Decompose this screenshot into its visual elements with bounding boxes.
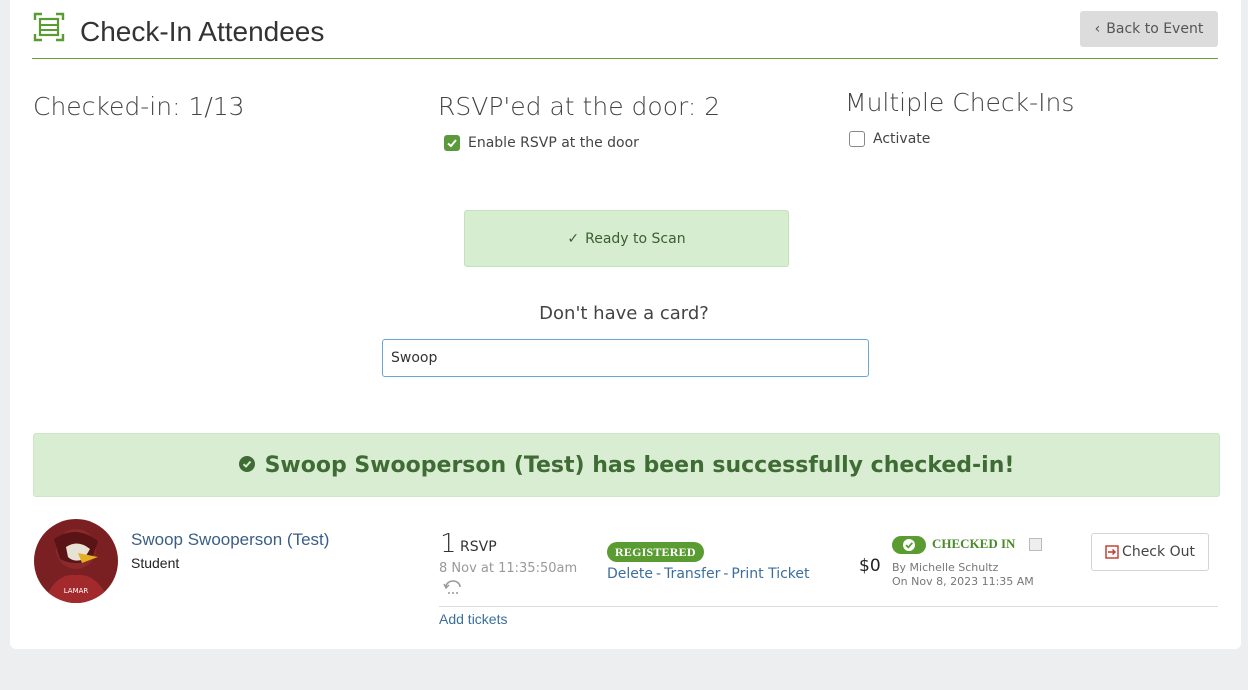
sign-out-icon (1105, 545, 1119, 559)
checked-in-toggle[interactable] (892, 536, 926, 554)
scan-frame-icon (32, 10, 66, 44)
delete-link[interactable]: Delete (607, 566, 653, 582)
row-divider (439, 606, 1218, 607)
ticket-quantity: 1 (440, 529, 457, 559)
check-icon: ✓ (567, 230, 580, 247)
check-out-button[interactable]: Check Out (1091, 533, 1209, 571)
ticket-price: $0 (859, 556, 881, 576)
undo-icon[interactable] (442, 578, 464, 596)
back-to-event-label: Back to Event (1106, 21, 1204, 37)
jersey-lettering: LAMAR (64, 587, 89, 595)
rsvp-door-count: RSVP'ed at the door: 2 (438, 92, 721, 121)
activate-checkbox[interactable] (849, 131, 865, 147)
chevron-left-icon: ‹ (1094, 21, 1101, 37)
ready-to-scan-label: Ready to Scan (585, 230, 686, 247)
print-ticket-link[interactable]: Print Ticket (731, 566, 809, 582)
checked-in-by: By Michelle Schultz On Nov 8, 2023 11:35… (892, 561, 1034, 589)
attendee-search-input[interactable] (382, 339, 869, 377)
checkmark-icon (447, 139, 457, 148)
remove-checkin-icon[interactable] (1029, 538, 1042, 551)
checked-by-name: By Michelle Schultz (892, 561, 999, 574)
check-out-label: Check Out (1122, 544, 1195, 560)
back-to-event-button[interactable]: ‹ Back to Event (1080, 11, 1218, 47)
rsvp-date: 8 Nov at 11:35:50am (439, 561, 578, 576)
checked-on-date: On Nov 8, 2023 11:35 AM (892, 575, 1034, 588)
ready-to-scan-panel: ✓ Ready to Scan (464, 210, 789, 267)
attendee-role: Student (131, 555, 180, 571)
ticket-actions: Delete - Transfer - Print Ticket (607, 566, 810, 582)
enable-rsvp-label: Enable RSVP at the door (468, 135, 639, 151)
success-message: Swoop Swooperson (Test) has been success… (264, 452, 1015, 478)
checkin-status: CHECKED IN (932, 536, 1016, 551)
success-alert: Swoop Swooperson (Test) has been success… (33, 433, 1220, 497)
page-header: Check-In Attendees ‹ Back to Event (32, 10, 1218, 59)
activate-option[interactable]: Activate (849, 131, 930, 147)
checked-in-count: Checked-in: 1/13 (33, 92, 245, 121)
status-badge: REGISTERED (607, 542, 704, 562)
ticket-type: RSVP (460, 539, 497, 555)
avatar: LAMAR (34, 519, 118, 603)
no-card-prompt: Don't have a card? (539, 303, 709, 324)
enable-rsvp-option[interactable]: Enable RSVP at the door (444, 135, 639, 151)
activate-label: Activate (873, 131, 931, 147)
enable-rsvp-checkbox[interactable] (444, 135, 460, 151)
add-tickets-link[interactable]: Add tickets (439, 611, 507, 627)
multiple-checkins-heading: Multiple Check-Ins (845, 88, 1075, 117)
check-circle-icon (238, 453, 255, 478)
transfer-link[interactable]: Transfer (664, 566, 720, 582)
attendee-name-link[interactable]: Swoop Swooperson (Test) (131, 530, 329, 550)
page-title: Check-In Attendees (80, 16, 325, 47)
